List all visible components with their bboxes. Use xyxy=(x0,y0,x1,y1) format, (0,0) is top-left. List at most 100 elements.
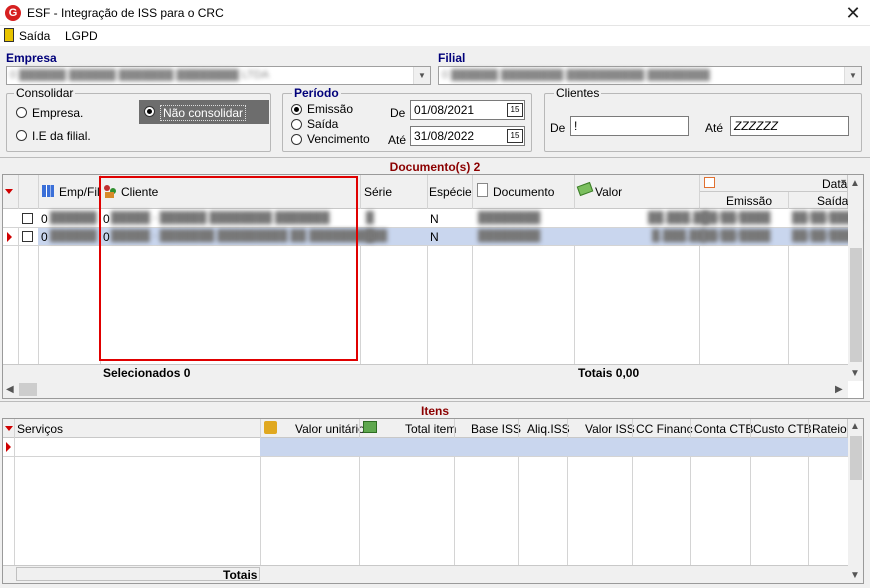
app-logo-icon: G xyxy=(5,5,21,21)
radio-nao-consolidar[interactable] xyxy=(144,106,155,117)
radio-empresa-label: Empresa. xyxy=(32,106,84,120)
row-fil-redacted: ██████ xyxy=(50,212,97,224)
scroll-down-icon[interactable]: ▼ xyxy=(850,368,860,379)
row-pointer-icon xyxy=(6,442,11,452)
scroll-thumb[interactable] xyxy=(850,436,862,480)
col-divider xyxy=(360,175,361,381)
col-rateio[interactable]: Rateio xyxy=(812,422,848,436)
menu-bar xyxy=(0,26,870,46)
chevron-down-icon[interactable]: ▼ xyxy=(844,67,861,84)
radio-saida-label: Saída xyxy=(307,117,339,131)
divider xyxy=(0,401,870,402)
col-saida[interactable]: Saída xyxy=(817,194,848,208)
documentos-hscrollbar[interactable] xyxy=(3,381,848,398)
cash-icon xyxy=(363,421,377,433)
col-documento[interactable]: Documento xyxy=(493,185,554,199)
radio-ie-filial[interactable] xyxy=(16,130,27,141)
col-divider xyxy=(14,419,15,565)
row-especie: N xyxy=(430,230,439,244)
row-emp: 0 xyxy=(41,230,48,244)
col-custo-ctb[interactable]: Custo CTB xyxy=(753,422,812,436)
filial-select[interactable]: 0 ██████ ████████ ██████████ ████████ ▼ xyxy=(438,66,862,85)
col-base-iss[interactable]: Base ISS xyxy=(471,422,521,436)
radio-empresa[interactable] xyxy=(16,107,27,118)
col-emp-fil[interactable]: Emp/Fil xyxy=(59,185,100,199)
sort-indicator-icon xyxy=(5,189,13,194)
scroll-thumb[interactable] xyxy=(850,248,862,362)
clientes-de-field[interactable]: ! xyxy=(570,116,689,136)
row-divider xyxy=(3,456,848,457)
menu-saida[interactable]: Saída xyxy=(19,29,50,43)
periodo-ate-label: Até xyxy=(388,133,407,147)
clientes-ate-field[interactable]: ZZZZZZ xyxy=(730,116,849,136)
scroll-left-icon[interactable]: ◀ xyxy=(6,384,14,395)
col-servicos[interactable]: Serviços xyxy=(17,422,63,436)
row-emissao: ██/██/████ xyxy=(702,212,771,224)
hscroll-thumb[interactable] xyxy=(19,383,37,396)
periodo-de-label: De xyxy=(390,106,406,120)
close-icon[interactable]: ✕ xyxy=(842,2,864,24)
col-divider xyxy=(472,175,473,381)
row-serie: █ xyxy=(366,230,374,242)
col-total-item[interactable]: Total item xyxy=(405,422,456,436)
bar-chart-icon xyxy=(42,185,54,197)
scroll-right-icon[interactable]: ▶ xyxy=(835,384,843,395)
row-fil-redacted: ██████ xyxy=(50,230,97,242)
radio-nao-consolidar-label: Não consolidar xyxy=(160,105,247,121)
empresa-value: 0 ██████ ██████ ███████ ████████ LTDA xyxy=(10,69,270,81)
row-emissao: ██/██/████ xyxy=(702,230,771,242)
chevron-down-icon[interactable]: ▾ xyxy=(841,177,846,188)
radio-ie-filial-label: I.E da filial. xyxy=(32,129,91,143)
col-divider xyxy=(699,175,700,381)
calendar-icon[interactable]: 15 xyxy=(507,103,523,117)
col-serie[interactable]: Série xyxy=(364,185,392,199)
calendar-icon[interactable]: 15 xyxy=(507,129,523,143)
itens-row-selected[interactable] xyxy=(260,438,848,456)
scroll-up-icon[interactable]: ▲ xyxy=(850,421,860,432)
clientes-de-value: ! xyxy=(574,119,578,133)
row-pointer-icon xyxy=(7,232,12,242)
col-aliq-iss[interactable]: Aliq.ISS xyxy=(527,422,570,436)
coins-icon xyxy=(264,421,277,434)
row-documento: ████████ xyxy=(478,212,541,224)
col-cc-financ[interactable]: CC Financ xyxy=(636,422,693,436)
col-divider xyxy=(38,175,39,381)
row-checkbox[interactable] xyxy=(22,213,33,224)
col-divider xyxy=(18,175,19,381)
radio-vencimento-label: Vencimento xyxy=(307,132,370,146)
filial-value: 0 ██████ ████████ ██████████ ████████ xyxy=(442,69,710,81)
radio-emissao[interactable] xyxy=(291,104,302,115)
col-especie[interactable]: Espécie xyxy=(429,185,472,199)
radio-emissao-label: Emissão xyxy=(307,102,354,116)
col-divider xyxy=(427,175,428,381)
valor-total: Totais 0,00 xyxy=(578,366,640,380)
calendar-icon xyxy=(704,177,715,188)
col-valor[interactable]: Valor xyxy=(595,185,622,199)
periodo-de-value: 01/08/2021 xyxy=(414,103,475,117)
col-emissao[interactable]: Emissão xyxy=(726,194,772,208)
col-valor-iss[interactable]: Valor ISS xyxy=(585,422,635,436)
periodo-ate-value: 31/08/2022 xyxy=(414,129,475,143)
header-divider xyxy=(700,191,848,192)
col-valor-unitario[interactable]: Valor unitário xyxy=(295,422,365,436)
radio-saida[interactable] xyxy=(291,119,302,130)
selecionados-total: Selecionados 0 xyxy=(103,366,191,380)
menu-lgpd[interactable]: LGPD xyxy=(65,29,98,43)
col-divider xyxy=(574,175,575,381)
row-emp: 0 xyxy=(41,212,48,226)
clientes-ate-label: Até xyxy=(705,121,724,135)
col-conta-ctb[interactable]: Conta CTB xyxy=(694,422,753,436)
divider xyxy=(0,157,870,158)
row-serie: █ xyxy=(366,212,374,224)
cliente-highlight-box xyxy=(99,176,358,361)
chevron-down-icon[interactable]: ▼ xyxy=(413,67,430,84)
row-checkbox[interactable] xyxy=(22,231,33,242)
clientes-title: Clientes xyxy=(554,86,602,100)
scroll-up-icon[interactable]: ▲ xyxy=(850,178,860,189)
radio-vencimento[interactable] xyxy=(291,134,302,145)
scroll-down-icon[interactable]: ▼ xyxy=(850,570,860,581)
empresa-select[interactable]: 0 ██████ ██████ ███████ ████████ LTDA ▼ xyxy=(6,66,431,85)
consolidar-title: Consolidar xyxy=(14,86,76,100)
document-icon xyxy=(477,183,488,197)
itens-totais: Totais xyxy=(223,568,258,582)
